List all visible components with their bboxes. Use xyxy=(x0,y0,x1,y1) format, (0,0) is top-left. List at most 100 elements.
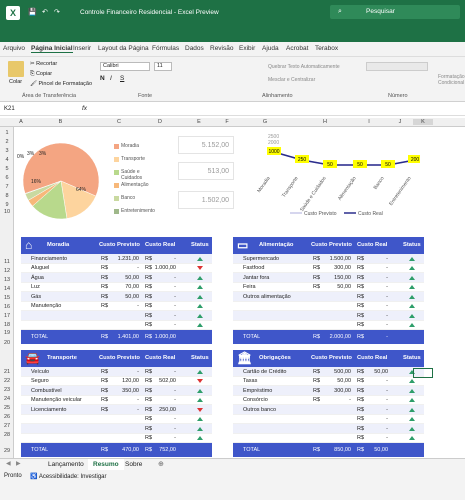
item-name[interactable]: Aluguel xyxy=(31,265,49,271)
currency-real[interactable]: R$ xyxy=(145,416,152,422)
currency-previsto[interactable]: R$ xyxy=(313,388,320,394)
table-row[interactable]: Cartão de Crédito R$ 500,00 R$ 50,00 xyxy=(233,367,424,377)
value-real[interactable]: - xyxy=(174,313,176,319)
currency-previsto[interactable]: R$ xyxy=(313,275,320,281)
value-real[interactable]: - xyxy=(386,397,388,403)
row-header-3[interactable]: 3 xyxy=(0,148,14,154)
accessibility-status[interactable]: ♿ Acessibilidade: Investigar xyxy=(30,473,107,480)
currency-previsto[interactable]: R$ xyxy=(101,369,108,375)
row-header-16[interactable]: 16 xyxy=(0,304,14,310)
row-header-29[interactable]: 29 xyxy=(0,448,14,454)
value-real[interactable]: - xyxy=(386,416,388,422)
currency-real[interactable]: R$ xyxy=(357,313,364,319)
row-header-15[interactable]: 15 xyxy=(0,295,14,301)
tab-terabox[interactable]: Terabox xyxy=(315,45,338,52)
search-box[interactable]: ⌕ Pesquisar xyxy=(330,5,460,19)
formula-input[interactable] xyxy=(95,104,463,114)
font-size-select[interactable]: 11 xyxy=(154,62,172,71)
currency-previsto[interactable]: R$ xyxy=(313,256,320,262)
currency-previsto[interactable]: R$ xyxy=(313,397,320,403)
cut-button[interactable]: ✂ Recortar xyxy=(30,61,57,67)
currency-real[interactable]: R$ xyxy=(357,284,364,290)
item-name[interactable]: Financiamento xyxy=(31,256,67,262)
col-i[interactable]: I xyxy=(351,119,387,125)
table-row[interactable]: Gás R$ 50,00 R$ - xyxy=(21,292,212,302)
currency-real[interactable]: R$ xyxy=(145,369,152,375)
table-row[interactable]: Taxas R$ 50,00 R$ - xyxy=(233,377,424,386)
value-real[interactable]: - xyxy=(174,369,176,375)
value-real[interactable]: - xyxy=(386,407,388,413)
value-previsto[interactable]: 350,00 xyxy=(122,388,139,394)
value-real[interactable]: - xyxy=(386,378,388,384)
row-header-21[interactable]: 21 xyxy=(0,369,14,375)
currency-real[interactable]: R$ xyxy=(145,284,152,290)
value-previsto[interactable]: 50,00 xyxy=(337,284,351,290)
row-header-14[interactable]: 14 xyxy=(0,286,14,292)
currency-real[interactable]: R$ xyxy=(357,397,364,403)
value-real[interactable]: - xyxy=(386,322,388,328)
row-header-8[interactable]: 8 xyxy=(0,193,14,199)
value-real[interactable]: - xyxy=(386,256,388,262)
currency-real[interactable]: R$ xyxy=(357,407,364,413)
value-previsto[interactable]: 300,00 xyxy=(334,265,351,271)
item-name[interactable]: Manutenção xyxy=(31,303,61,309)
table-row[interactable]: R$ - xyxy=(233,434,424,443)
value-previsto[interactable]: - xyxy=(137,407,139,413)
value-real[interactable]: - xyxy=(174,284,176,290)
currency-previsto[interactable]: R$ xyxy=(101,397,108,403)
paste-icon[interactable] xyxy=(8,61,24,77)
currency-previsto[interactable]: R$ xyxy=(101,284,108,290)
row-header-25[interactable]: 25 xyxy=(0,405,14,411)
redo-icon[interactable]: ↷ xyxy=(54,8,60,16)
row-header-5[interactable]: 5 xyxy=(0,166,14,172)
table-row[interactable]: Supermercado R$ 1.500,00 R$ - xyxy=(233,254,424,264)
currency-real[interactable]: R$ xyxy=(145,426,152,432)
sheet-tab-lancamento[interactable]: Lançamento xyxy=(48,461,84,468)
currency-previsto[interactable]: R$ xyxy=(101,303,108,309)
table-row[interactable]: R$ - xyxy=(233,321,424,330)
table-row[interactable]: R$ - xyxy=(233,424,424,434)
value-previsto[interactable]: 300,00 xyxy=(334,388,351,394)
table-row[interactable]: Empréstimo R$ 300,00 R$ - xyxy=(233,386,424,396)
currency-real[interactable]: R$ xyxy=(145,435,152,441)
value-real[interactable]: - xyxy=(174,435,176,441)
row-header-19[interactable]: 19 xyxy=(0,330,14,336)
table-row[interactable]: Licenciamento R$ - R$ 250,00 xyxy=(21,405,212,415)
row-header-17[interactable]: 17 xyxy=(0,313,14,319)
value-real[interactable]: - xyxy=(386,388,388,394)
currency-real[interactable]: R$ xyxy=(145,303,152,309)
item-name[interactable]: Gás xyxy=(31,294,41,300)
value-real[interactable]: - xyxy=(386,303,388,309)
currency-real[interactable]: R$ xyxy=(145,256,152,262)
value-previsto[interactable]: 120,00 xyxy=(122,378,139,384)
value-previsto[interactable]: 50,00 xyxy=(337,378,351,384)
item-name[interactable]: Outros banco xyxy=(243,407,276,413)
table-row[interactable]: Financiamento R$ 1.231,00 R$ - xyxy=(21,254,212,264)
table-row[interactable]: Aluguel R$ - R$ 1.000,00 xyxy=(21,264,212,273)
value-real[interactable]: - xyxy=(174,416,176,422)
currency-real[interactable]: R$ xyxy=(145,313,152,319)
value-real[interactable]: 1.000,00 xyxy=(155,265,176,271)
value-real[interactable]: - xyxy=(386,284,388,290)
fx-icon[interactable]: fx xyxy=(82,105,87,112)
table-row[interactable]: Outros banco R$ - xyxy=(233,405,424,415)
tab-revisao[interactable]: Revisão xyxy=(210,45,233,52)
item-name[interactable]: Luz xyxy=(31,284,40,290)
row-header-9[interactable]: 9 xyxy=(0,202,14,208)
currency-real[interactable]: R$ xyxy=(357,322,364,328)
table-row[interactable]: R$ - xyxy=(21,311,212,321)
value-real[interactable]: - xyxy=(386,426,388,432)
row-header-7[interactable]: 7 xyxy=(0,184,14,190)
value-previsto[interactable]: 70,00 xyxy=(125,284,139,290)
italic-button[interactable]: I xyxy=(110,75,112,82)
value-previsto[interactable]: 50,00 xyxy=(125,294,139,300)
value-previsto[interactable]: - xyxy=(137,303,139,309)
currency-real[interactable]: R$ xyxy=(145,407,152,413)
currency-real[interactable]: R$ xyxy=(357,388,364,394)
col-j[interactable]: J xyxy=(387,119,413,125)
tab-acrobat[interactable]: Acrobat xyxy=(286,45,308,52)
currency-previsto[interactable]: R$ xyxy=(313,369,320,375)
value-real[interactable]: 50,00 xyxy=(374,369,388,375)
bold-button[interactable]: N xyxy=(100,75,105,82)
item-name[interactable]: Jantar fora xyxy=(243,275,269,281)
